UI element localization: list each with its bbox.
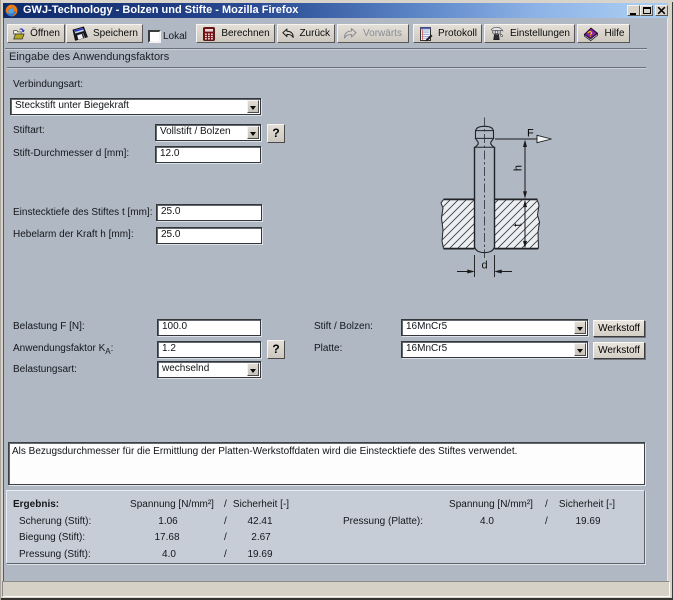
svg-text:h: h [513,165,525,171]
svg-text:d: d [481,260,487,272]
svg-text:F: F [527,128,534,140]
